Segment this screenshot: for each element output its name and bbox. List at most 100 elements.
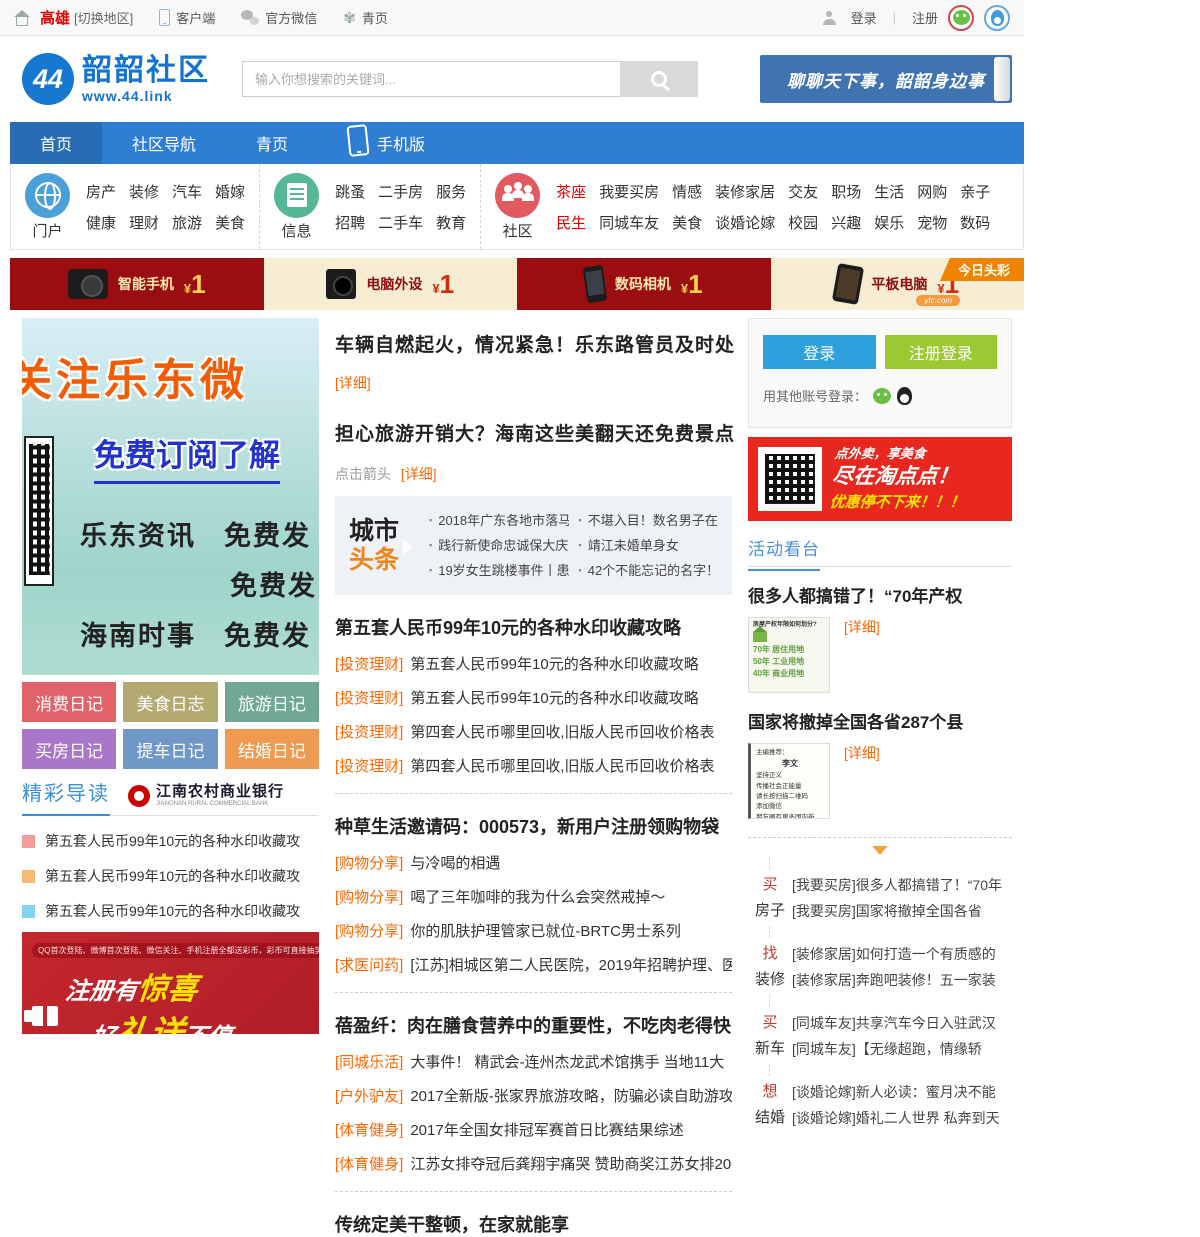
- news-list-item[interactable]: [投资理财]第五套人民币99年10元的各种水印收藏攻略: [335, 687, 732, 708]
- cat-link[interactable]: 娱乐: [874, 212, 904, 233]
- official-wechat-link[interactable]: 官方微信: [241, 8, 317, 27]
- topic-link[interactable]: [同城车友]【无缘超跑，情缘轿: [792, 1036, 1012, 1062]
- cat-link[interactable]: 二手房: [378, 181, 423, 202]
- bank-logo[interactable]: 江南农村商业银行 JIANGNAN RURAL COMMERCIAL BANK: [128, 784, 284, 815]
- region-switcher[interactable]: 高雄 [切换地区]: [40, 7, 133, 28]
- qq-login-icon[interactable]: [897, 387, 912, 405]
- topic-link[interactable]: [装修家居]奔跑吧装修！五一家装: [792, 967, 1012, 993]
- cat-link[interactable]: 我要买房: [599, 181, 659, 202]
- cat-link[interactable]: 招聘: [335, 212, 365, 233]
- cat-link[interactable]: 生活: [874, 181, 904, 202]
- second-headline[interactable]: 担心旅游开销大？海南这些美翻天还免费景点: [335, 419, 732, 446]
- current-city[interactable]: 高雄: [40, 7, 70, 28]
- qingye-label[interactable]: 青页: [362, 8, 388, 27]
- clipped-section-title[interactable]: 传统定美干整顿，在家就能享: [335, 1211, 732, 1237]
- news-thumbnail[interactable]: 房屋产权年限如何划分? 70年 居住用地 50年 工业用地 40年 商业用地: [748, 617, 830, 693]
- cat-link[interactable]: 同城车友: [599, 212, 659, 233]
- topic-link[interactable]: [同城车友]共享汽车今日入驻武汉: [792, 1010, 1012, 1036]
- diary-btn-wedding[interactable]: 结婚日记: [225, 729, 319, 769]
- cat-link[interactable]: 健康: [86, 212, 116, 233]
- register-link[interactable]: 注册: [912, 8, 938, 27]
- cat-link[interactable]: 宠物: [917, 212, 947, 233]
- top-headline[interactable]: 车辆自燃起火，情况紧急！乐东路管员及时处: [335, 330, 732, 357]
- news-list-item[interactable]: [体育健身]江苏女排夺冠后龚翔宇痛哭 赞助商奖江苏女排200: [335, 1153, 732, 1174]
- cat-link[interactable]: 服务: [436, 181, 466, 202]
- qq-login-icon[interactable]: [984, 5, 1010, 31]
- cat-link[interactable]: 装修家居: [715, 181, 775, 202]
- diary-btn-consume[interactable]: 消费日记: [22, 682, 116, 722]
- nav-mobile-version[interactable]: 手机版: [318, 122, 455, 164]
- right-news-headline[interactable]: 很多人都搞错了！“70年产权: [748, 582, 1012, 607]
- register-login-button[interactable]: 注册登录: [885, 335, 998, 369]
- cat-link[interactable]: 理财: [129, 212, 159, 233]
- city-headline-item[interactable]: 19岁女生跳楼事件丨患抑: [429, 558, 569, 583]
- cat-link[interactable]: 职场: [831, 181, 861, 202]
- diary-btn-food[interactable]: 美食日志: [123, 682, 217, 722]
- nav-qingye[interactable]: 青页: [226, 122, 318, 164]
- site-logo[interactable]: 44 韶韶社区 www.44.link: [22, 53, 210, 105]
- cat-link[interactable]: 兴趣: [831, 212, 861, 233]
- city-headline-item[interactable]: 42个不能忘记的名字！: [579, 558, 719, 583]
- promo-smartphone[interactable]: 智能手机 ¥1: [10, 258, 264, 310]
- cat-link[interactable]: 婚嫁: [215, 181, 245, 202]
- client-link[interactable]: 客户端: [159, 8, 215, 27]
- city-headline-item[interactable]: 2018年广东各地市落马官: [429, 508, 569, 533]
- city-headline-item[interactable]: 不堪入目！数名男子在女: [579, 508, 719, 533]
- switch-region-link[interactable]: [切换地区]: [74, 8, 133, 27]
- news-list-item[interactable]: [投资理财]第四套人民币哪里回收,旧版人民币回收价格表: [335, 721, 732, 742]
- client-label[interactable]: 客户端: [176, 8, 215, 27]
- cat-link[interactable]: 教育: [436, 212, 466, 233]
- section-title[interactable]: 蓓盈纤：肉在膳食营养中的重要性，不吃肉老得快: [335, 1012, 732, 1038]
- cat-link[interactable]: 旅游: [172, 212, 202, 233]
- cat-link[interactable]: 美食: [215, 212, 245, 233]
- detail-link[interactable]: [详细]: [844, 617, 880, 637]
- login-button[interactable]: 登录: [763, 335, 876, 369]
- cat-link[interactable]: 跳蚤: [335, 181, 365, 202]
- news-list-item[interactable]: [购物分享]与冷喝的相遇: [335, 852, 732, 873]
- news-list-item[interactable]: [购物分享]喝了三年咖啡的我为什么会突然戒掉～: [335, 886, 732, 907]
- news-list-item[interactable]: [投资理财]第四套人民币哪里回收,旧版人民币回收价格表: [335, 755, 732, 776]
- detail-link[interactable]: [详细]: [401, 466, 437, 482]
- nav-community-guide[interactable]: 社区导航: [102, 122, 226, 164]
- section-title[interactable]: 第五套人民币99年10元的各种水印收藏攻略: [335, 614, 732, 640]
- news-list-item[interactable]: [同城乐活]大事件！ 精武会-连州杰龙武术馆携手 当地11大: [335, 1051, 732, 1072]
- topic-link[interactable]: [谈婚论嫁]新人必读：蜜月决不能: [792, 1079, 1012, 1105]
- cat-link[interactable]: 校园: [788, 212, 818, 233]
- cat-link[interactable]: 装修: [129, 181, 159, 202]
- diary-btn-house[interactable]: 买房日记: [22, 729, 116, 769]
- news-list-item[interactable]: [体育健身]2017年全国女排冠军赛首日比赛结果综述: [335, 1119, 732, 1140]
- promo-tablet[interactable]: 今日头彩 平板电脑 ¥1 ytc.com: [771, 258, 1025, 310]
- section-title[interactable]: 种草生活邀请码：000573，新用户注册领购物袋: [335, 813, 732, 839]
- digest-item[interactable]: 第五套人民币99年10元的各种水印收藏攻: [22, 901, 319, 921]
- nav-home[interactable]: 首页: [10, 122, 102, 164]
- detail-link[interactable]: [详细]: [844, 743, 880, 763]
- register-gift-ad[interactable]: QQ首次登陆、微博首次登陆、微信关注、手机注册全都送彩币，彩币可直接抽奖 注册有…: [22, 932, 319, 1034]
- news-list-item[interactable]: [投资理财]第五套人民币99年10元的各种水印收藏攻略: [335, 653, 732, 674]
- collapse-triangle-icon[interactable]: [872, 846, 888, 855]
- diary-btn-car[interactable]: 提车日记: [123, 729, 217, 769]
- wechat-login-icon[interactable]: [873, 388, 891, 404]
- cat-link[interactable]: 交友: [788, 181, 818, 202]
- cat-link[interactable]: 美食: [672, 212, 702, 233]
- news-list-item[interactable]: [求医问药][江苏]相城区第二人民医院，2019年招聘护理、医: [335, 954, 732, 975]
- topic-link[interactable]: [我要买房]很多人都搞错了！“70年: [792, 872, 1012, 898]
- promo-digital-camera[interactable]: 数码相机 ¥1: [517, 258, 771, 310]
- diary-btn-travel[interactable]: 旅游日记: [225, 682, 319, 722]
- cat-link[interactable]: 房产: [86, 181, 116, 202]
- promo-pc-accessories[interactable]: 电脑外设 ¥1: [264, 258, 518, 310]
- cat-link[interactable]: 网购: [917, 181, 947, 202]
- news-list-item[interactable]: [户外驴友]2017全新版-张家界旅游攻略，防骗必读自助游攻: [335, 1085, 732, 1106]
- cat-link[interactable]: 汽车: [172, 181, 202, 202]
- takeout-qr-ad[interactable]: 点外卖，享美食 尽在淘点点！ 优惠停不下来！！！: [748, 437, 1012, 521]
- topic-link[interactable]: [装修家居]如何打造一个有质感的: [792, 941, 1012, 967]
- wechat-login-icon[interactable]: [948, 5, 974, 31]
- cat-link[interactable]: 情感: [672, 181, 702, 202]
- login-link[interactable]: 登录: [851, 8, 877, 27]
- digest-item[interactable]: 第五套人民币99年10元的各种水印收藏攻: [22, 831, 319, 851]
- cat-link[interactable]: 谈婚论嫁: [715, 212, 775, 233]
- cat-link[interactable]: 二手车: [378, 212, 423, 233]
- news-thumbnail[interactable]: 主编推荐： 李文 坚持正义 传播社会正能量 请长按扫描二维码 添加微信 朋友圈有…: [748, 743, 830, 819]
- cat-link[interactable]: 民生: [556, 212, 586, 233]
- cat-link[interactable]: 亲子: [960, 181, 990, 202]
- search-button[interactable]: [620, 61, 698, 97]
